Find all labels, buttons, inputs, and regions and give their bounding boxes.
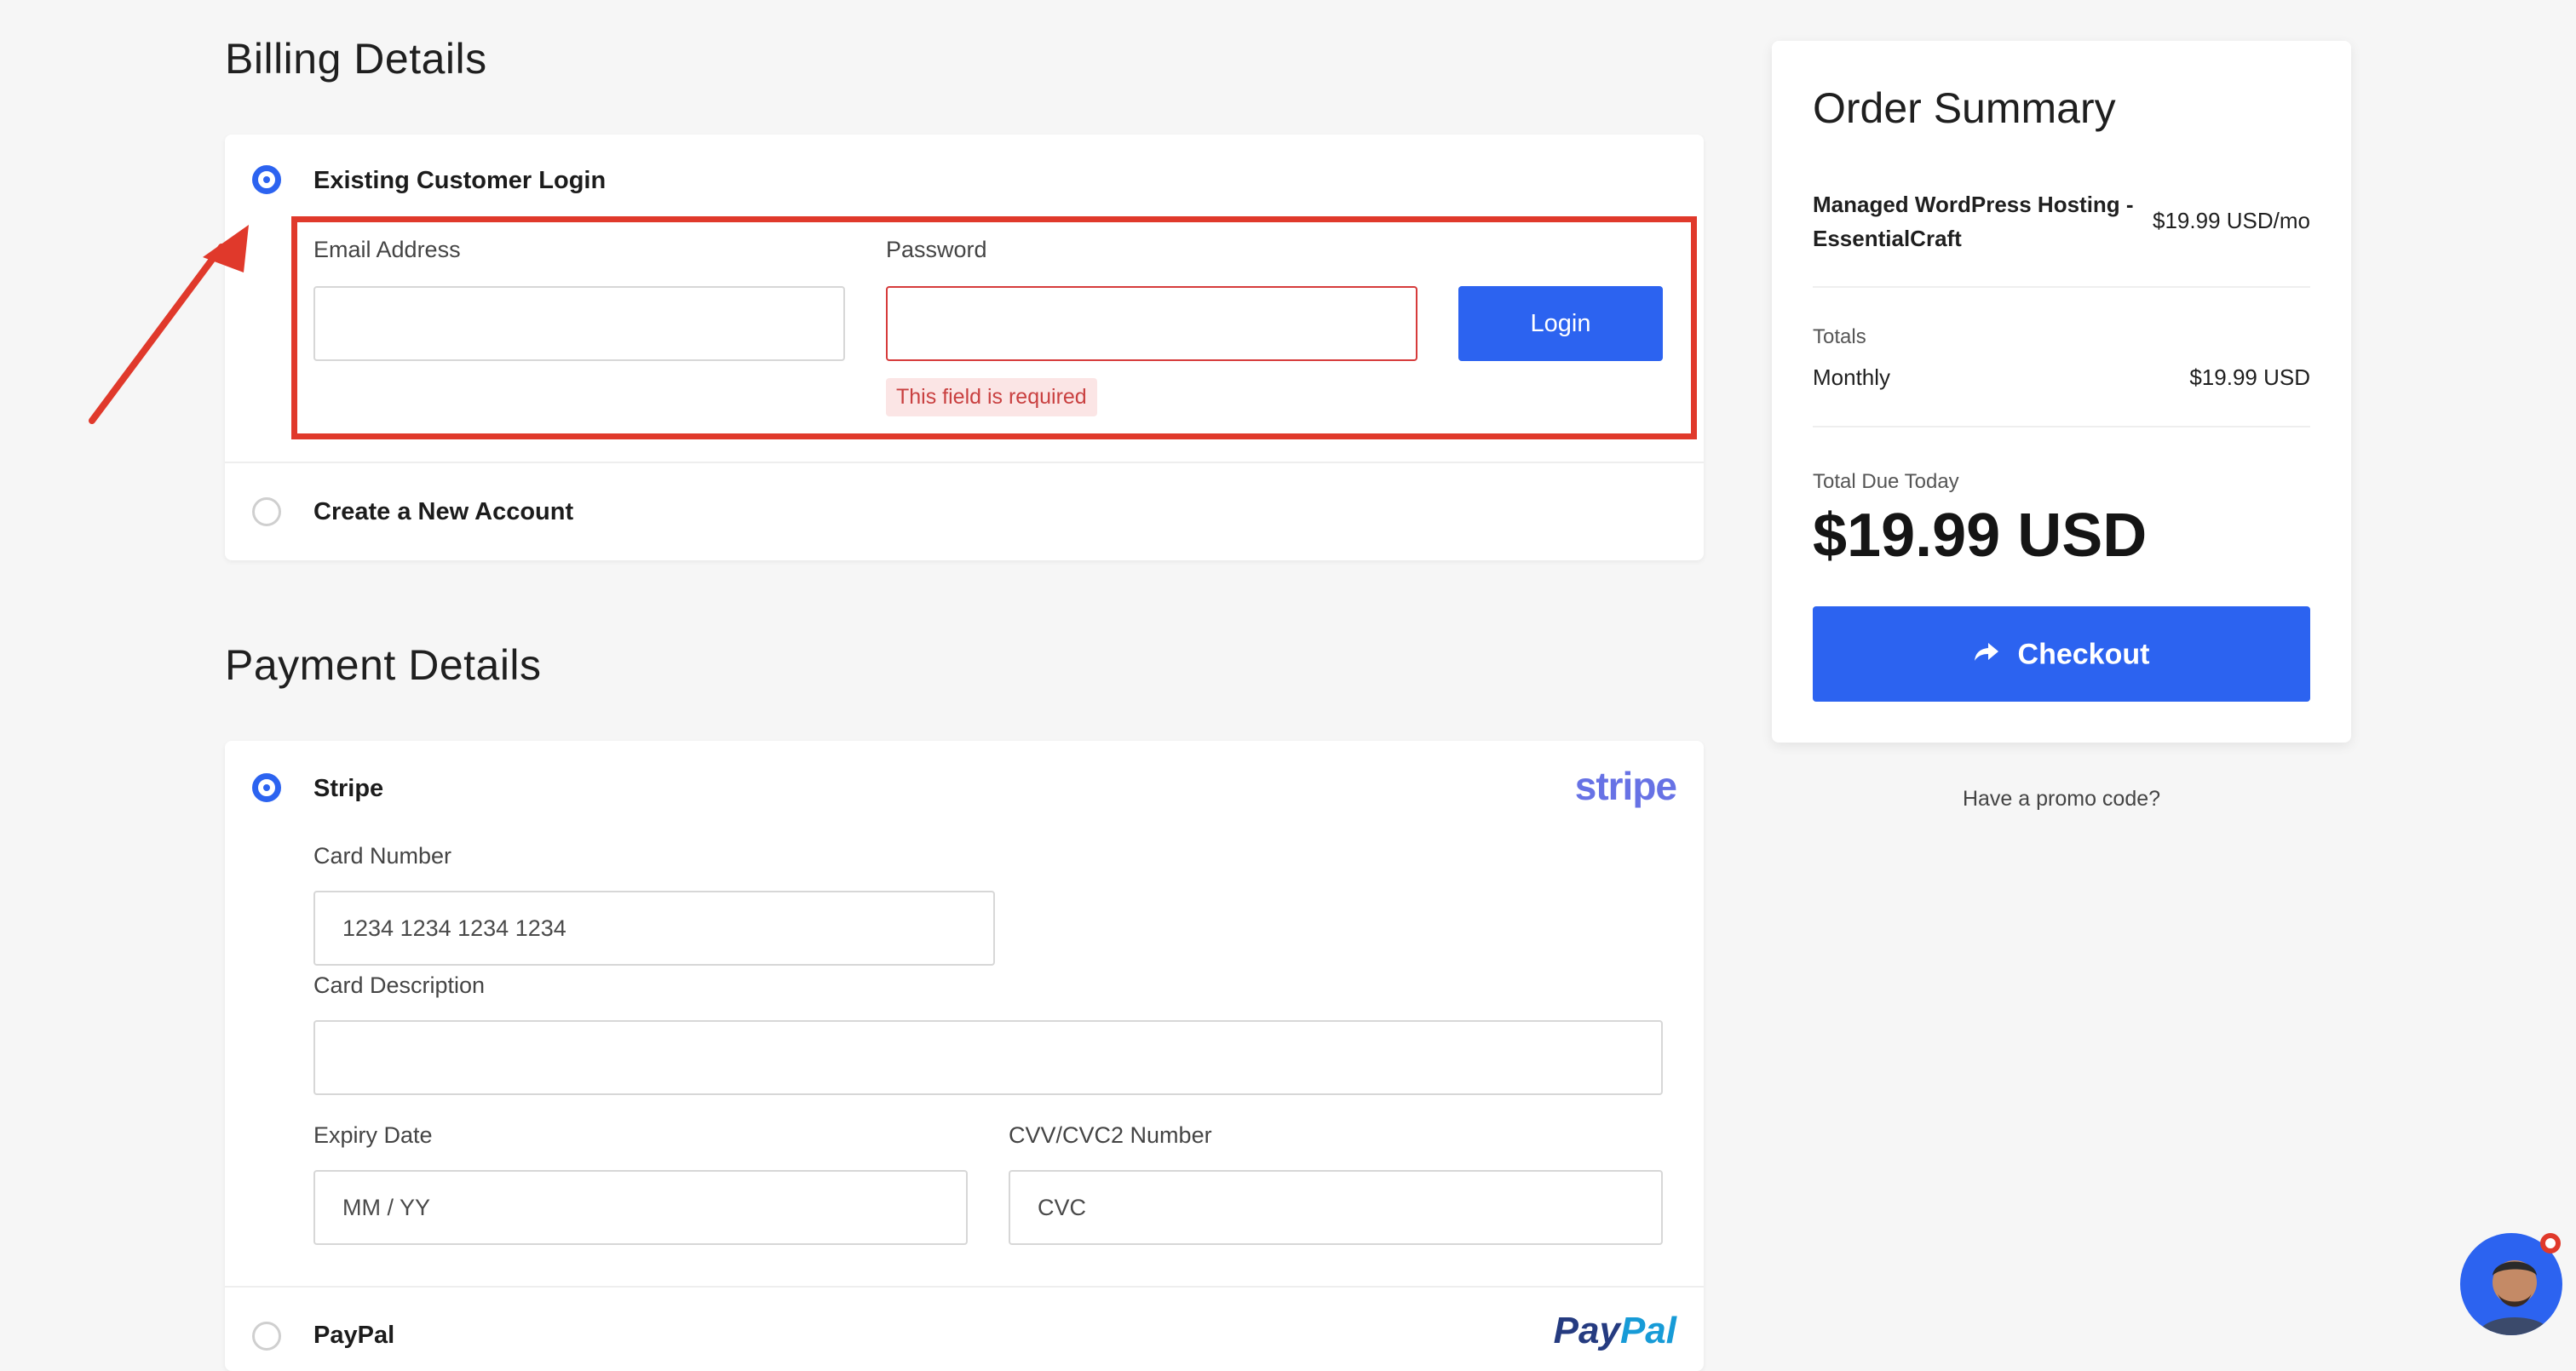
order-summary-title: Order Summary [1813,84,2116,132]
payment-details-title: Payment Details [225,641,542,689]
existing-login-label: Existing Customer Login [313,167,607,194]
cvv-input[interactable] [1009,1170,1663,1245]
total-due-value: $19.99 USD [1813,502,2148,570]
monthly-label: Monthly [1813,364,1891,390]
stripe-logo: stripe [1574,764,1677,808]
checkout-label: Checkout [2017,638,2150,671]
existing-login-radio[interactable] [252,165,281,194]
card-number-label: Card Number [313,843,452,869]
new-account-radio[interactable] [252,497,281,526]
totals-label: Totals [1813,325,1866,348]
annotation-arrow-icon [89,225,249,424]
stripe-label: Stripe [313,775,384,802]
paypal-logo-pal: Pal [1619,1310,1676,1351]
billing-details-title: Billing Details [225,35,487,83]
chat-notification-badge [2540,1233,2561,1253]
product-name-line2: EssentialCraft [1813,226,1962,251]
payment-divider [225,1286,1704,1288]
checkout-button[interactable]: Checkout [1813,606,2310,702]
paypal-logo-pay: Pay [1553,1310,1620,1351]
order-summary-card: Order Summary Managed WordPress Hosting … [1772,41,2351,743]
new-account-label: Create a New Account [313,498,574,525]
payment-card: Stripe stripe Card Number Card Descripti… [225,741,1704,1371]
product-name-line1: Managed WordPress Hosting - [1813,192,2134,217]
product-name: Managed WordPress Hosting - EssentialCra… [1813,187,2134,255]
card-description-input[interactable] [313,1020,1663,1095]
summary-divider-2 [1813,426,2310,427]
total-due-label: Total Due Today [1813,470,1959,493]
cvv-label: CVV/CVC2 Number [1009,1122,1212,1148]
expiry-date-input[interactable] [313,1170,968,1245]
billing-divider [225,462,1704,463]
product-price: $19.99 USD/mo [2153,208,2310,233]
monthly-value: $19.99 USD [2189,364,2310,390]
expiry-date-label: Expiry Date [313,1122,433,1148]
paypal-label: PayPal [313,1322,395,1349]
summary-divider-1 [1813,286,2310,288]
promo-code-link[interactable]: Have a promo code? [1772,787,2351,812]
annotation-highlight-box [291,216,1697,439]
card-number-input[interactable] [313,891,995,966]
card-description-label: Card Description [313,972,486,998]
paypal-radio[interactable] [252,1322,281,1351]
stripe-radio[interactable] [252,773,281,802]
paypal-logo: PayPal [1554,1310,1676,1352]
checkout-arrow-icon [1974,638,1999,671]
